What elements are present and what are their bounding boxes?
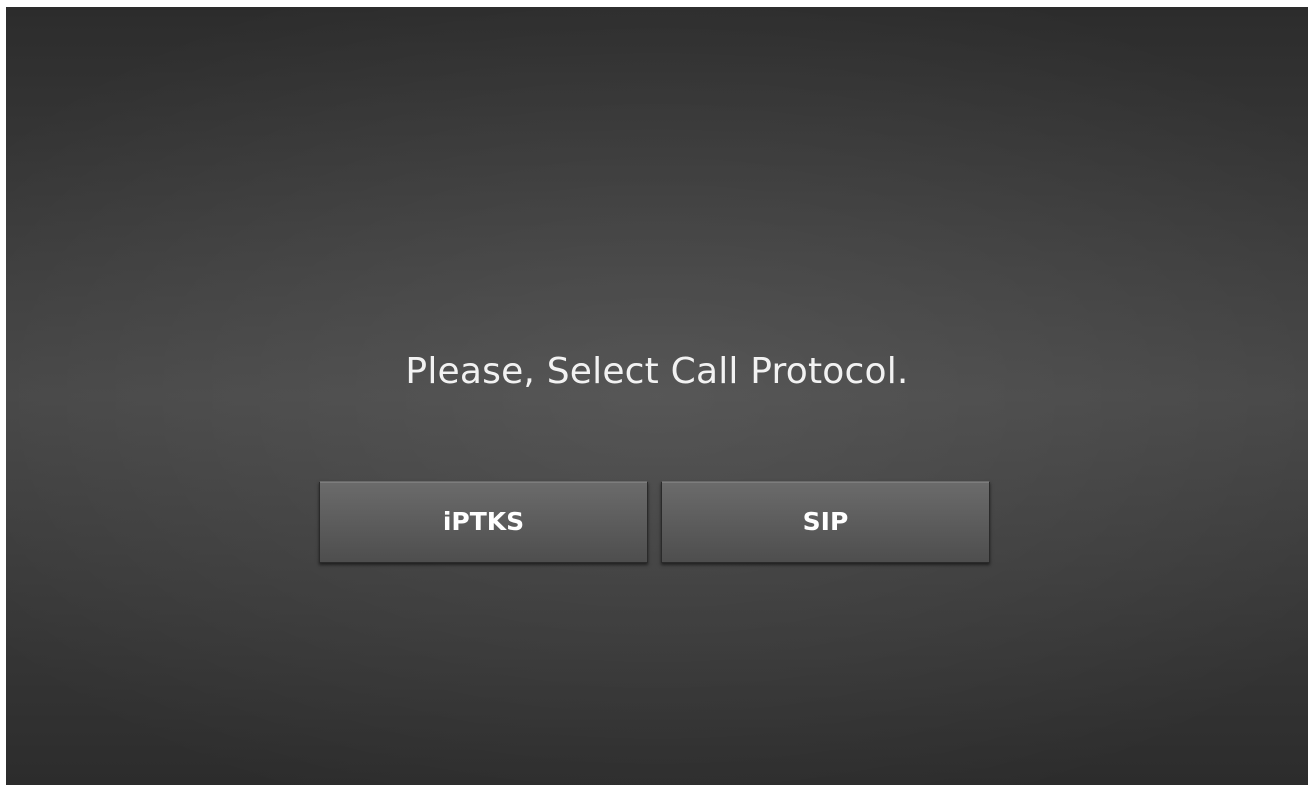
protocol-selection-screen: Please, Select Call Protocol. iPTKS SIP — [6, 7, 1308, 785]
protocol-button-row: iPTKS SIP — [319, 481, 991, 563]
iptks-button[interactable]: iPTKS — [319, 481, 648, 563]
sip-button[interactable]: SIP — [661, 481, 990, 563]
select-protocol-prompt: Please, Select Call Protocol. — [405, 351, 909, 392]
